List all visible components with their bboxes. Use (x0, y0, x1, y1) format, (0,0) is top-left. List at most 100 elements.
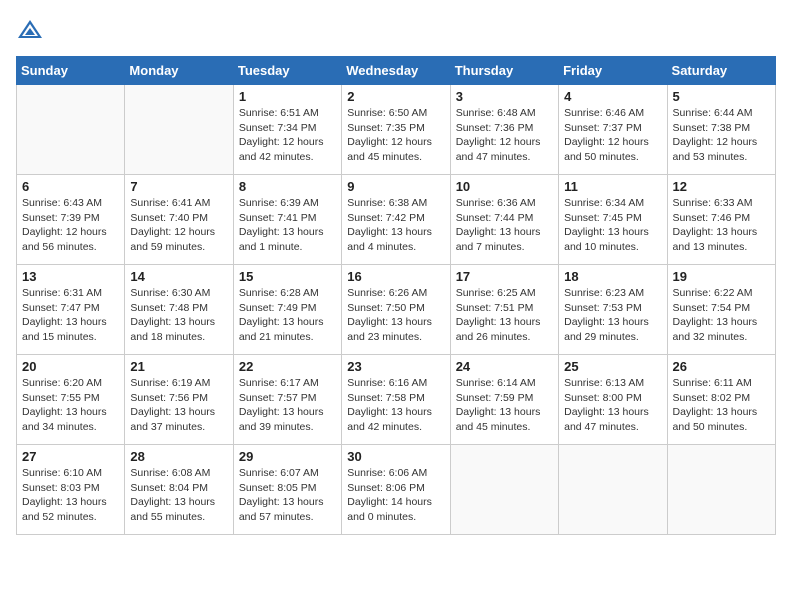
day-info: Sunrise: 6:19 AM Sunset: 7:56 PM Dayligh… (130, 376, 227, 435)
calendar-week-row: 6 Sunrise: 6:43 AM Sunset: 7:39 PM Daylig… (17, 175, 776, 265)
calendar-cell: 15 Sunrise: 6:28 AM Sunset: 7:49 PM Dayli… (233, 265, 341, 355)
day-number: 4 (564, 89, 661, 104)
day-number: 1 (239, 89, 336, 104)
day-number: 26 (673, 359, 770, 374)
calendar-cell: 26 Sunrise: 6:11 AM Sunset: 8:02 PM Dayli… (667, 355, 775, 445)
calendar-cell: 30Sunrise: 6:06 AM Sunset: 8:06 PM Dayli… (342, 445, 450, 535)
calendar-cell (125, 85, 233, 175)
day-number: 6 (22, 179, 119, 194)
calendar-cell: 9 Sunrise: 6:38 AM Sunset: 7:42 PM Daylig… (342, 175, 450, 265)
calendar-cell: 5 Sunrise: 6:44 AM Sunset: 7:38 PM Daylig… (667, 85, 775, 175)
day-of-week-header: Tuesday (233, 57, 341, 85)
calendar-cell: 27 Sunrise: 6:10 AM Sunset: 8:03 PM Dayli… (17, 445, 125, 535)
calendar-cell (559, 445, 667, 535)
day-info: Sunrise: 6:20 AM Sunset: 7:55 PM Dayligh… (22, 376, 119, 435)
day-number: 18 (564, 269, 661, 284)
day-info: Sunrise: 6:38 AM Sunset: 7:42 PM Dayligh… (347, 196, 444, 255)
calendar-cell: 29Sunrise: 6:07 AM Sunset: 8:05 PM Dayli… (233, 445, 341, 535)
day-of-week-header: Friday (559, 57, 667, 85)
day-number: 2 (347, 89, 444, 104)
calendar-week-row: 27 Sunrise: 6:10 AM Sunset: 8:03 PM Dayli… (17, 445, 776, 535)
day-of-week-header: Monday (125, 57, 233, 85)
day-info: Sunrise: 6:22 AM Sunset: 7:54 PM Dayligh… (673, 286, 770, 345)
day-info: Sunrise: 6:17 AM Sunset: 7:57 PM Dayligh… (239, 376, 336, 435)
day-number: 21 (130, 359, 227, 374)
calendar-cell: 16Sunrise: 6:26 AM Sunset: 7:50 PM Dayli… (342, 265, 450, 355)
day-info: Sunrise: 6:14 AM Sunset: 7:59 PM Dayligh… (456, 376, 553, 435)
calendar-cell: 3 Sunrise: 6:48 AM Sunset: 7:36 PM Daylig… (450, 85, 558, 175)
calendar-cell: 22 Sunrise: 6:17 AM Sunset: 7:57 PM Dayli… (233, 355, 341, 445)
day-info: Sunrise: 6:13 AM Sunset: 8:00 PM Dayligh… (564, 376, 661, 435)
day-info: Sunrise: 6:43 AM Sunset: 7:39 PM Dayligh… (22, 196, 119, 255)
day-number: 14 (130, 269, 227, 284)
day-number: 11 (564, 179, 661, 194)
day-info: Sunrise: 6:31 AM Sunset: 7:47 PM Dayligh… (22, 286, 119, 345)
day-info: Sunrise: 6:36 AM Sunset: 7:44 PM Dayligh… (456, 196, 553, 255)
day-info: Sunrise: 6:06 AM Sunset: 8:06 PM Dayligh… (347, 466, 444, 525)
calendar-cell: 25 Sunrise: 6:13 AM Sunset: 8:00 PM Dayli… (559, 355, 667, 445)
day-number: 15 (239, 269, 336, 284)
day-info: Sunrise: 6:10 AM Sunset: 8:03 PM Dayligh… (22, 466, 119, 525)
calendar-cell: 8 Sunrise: 6:39 AM Sunset: 7:41 PM Daylig… (233, 175, 341, 265)
days-of-week-row: SundayMondayTuesdayWednesdayThursdayFrid… (17, 57, 776, 85)
day-info: Sunrise: 6:39 AM Sunset: 7:41 PM Dayligh… (239, 196, 336, 255)
calendar-table: SundayMondayTuesdayWednesdayThursdayFrid… (16, 56, 776, 535)
day-info: Sunrise: 6:34 AM Sunset: 7:45 PM Dayligh… (564, 196, 661, 255)
calendar-cell: 13 Sunrise: 6:31 AM Sunset: 7:47 PM Dayli… (17, 265, 125, 355)
calendar-cell: 20 Sunrise: 6:20 AM Sunset: 7:55 PM Dayli… (17, 355, 125, 445)
day-info: Sunrise: 6:16 AM Sunset: 7:58 PM Dayligh… (347, 376, 444, 435)
day-number: 13 (22, 269, 119, 284)
calendar-cell: 2Sunrise: 6:50 AM Sunset: 7:35 PM Daylig… (342, 85, 450, 175)
calendar-cell: 12Sunrise: 6:33 AM Sunset: 7:46 PM Dayli… (667, 175, 775, 265)
day-number: 8 (239, 179, 336, 194)
calendar-body: 1 Sunrise: 6:51 AM Sunset: 7:34 PM Daylig… (17, 85, 776, 535)
calendar-cell: 28 Sunrise: 6:08 AM Sunset: 8:04 PM Dayli… (125, 445, 233, 535)
logo (16, 16, 48, 44)
day-number: 22 (239, 359, 336, 374)
day-number: 19 (673, 269, 770, 284)
calendar-week-row: 13 Sunrise: 6:31 AM Sunset: 7:47 PM Dayli… (17, 265, 776, 355)
calendar-cell: 7 Sunrise: 6:41 AM Sunset: 7:40 PM Daylig… (125, 175, 233, 265)
day-info: Sunrise: 6:46 AM Sunset: 7:37 PM Dayligh… (564, 106, 661, 165)
calendar-cell: 19 Sunrise: 6:22 AM Sunset: 7:54 PM Dayli… (667, 265, 775, 355)
day-number: 7 (130, 179, 227, 194)
day-info: Sunrise: 6:26 AM Sunset: 7:50 PM Dayligh… (347, 286, 444, 345)
day-number: 29 (239, 449, 336, 464)
day-info: Sunrise: 6:28 AM Sunset: 7:49 PM Dayligh… (239, 286, 336, 345)
day-info: Sunrise: 6:41 AM Sunset: 7:40 PM Dayligh… (130, 196, 227, 255)
calendar-cell (17, 85, 125, 175)
day-info: Sunrise: 6:48 AM Sunset: 7:36 PM Dayligh… (456, 106, 553, 165)
day-info: Sunrise: 6:23 AM Sunset: 7:53 PM Dayligh… (564, 286, 661, 345)
calendar-cell: 10 Sunrise: 6:36 AM Sunset: 7:44 PM Dayli… (450, 175, 558, 265)
day-info: Sunrise: 6:30 AM Sunset: 7:48 PM Dayligh… (130, 286, 227, 345)
day-of-week-header: Wednesday (342, 57, 450, 85)
day-number: 24 (456, 359, 553, 374)
calendar-cell: 4 Sunrise: 6:46 AM Sunset: 7:37 PM Daylig… (559, 85, 667, 175)
calendar-cell: 1 Sunrise: 6:51 AM Sunset: 7:34 PM Daylig… (233, 85, 341, 175)
day-number: 3 (456, 89, 553, 104)
day-number: 20 (22, 359, 119, 374)
day-info: Sunrise: 6:44 AM Sunset: 7:38 PM Dayligh… (673, 106, 770, 165)
day-number: 23 (347, 359, 444, 374)
page-header (16, 16, 776, 44)
calendar-cell: 6 Sunrise: 6:43 AM Sunset: 7:39 PM Daylig… (17, 175, 125, 265)
calendar-cell (450, 445, 558, 535)
calendar-cell (667, 445, 775, 535)
day-number: 9 (347, 179, 444, 194)
calendar-cell: 24 Sunrise: 6:14 AM Sunset: 7:59 PM Dayli… (450, 355, 558, 445)
day-of-week-header: Saturday (667, 57, 775, 85)
day-number: 28 (130, 449, 227, 464)
day-number: 5 (673, 89, 770, 104)
calendar-cell: 11 Sunrise: 6:34 AM Sunset: 7:45 PM Dayli… (559, 175, 667, 265)
day-info: Sunrise: 6:51 AM Sunset: 7:34 PM Dayligh… (239, 106, 336, 165)
calendar-cell: 14 Sunrise: 6:30 AM Sunset: 7:48 PM Dayli… (125, 265, 233, 355)
day-info: Sunrise: 6:08 AM Sunset: 8:04 PM Dayligh… (130, 466, 227, 525)
day-number: 27 (22, 449, 119, 464)
logo-icon (16, 16, 44, 44)
day-info: Sunrise: 6:11 AM Sunset: 8:02 PM Dayligh… (673, 376, 770, 435)
day-info: Sunrise: 6:25 AM Sunset: 7:51 PM Dayligh… (456, 286, 553, 345)
calendar-cell: 18 Sunrise: 6:23 AM Sunset: 7:53 PM Dayli… (559, 265, 667, 355)
day-number: 10 (456, 179, 553, 194)
day-number: 25 (564, 359, 661, 374)
day-number: 12 (673, 179, 770, 194)
